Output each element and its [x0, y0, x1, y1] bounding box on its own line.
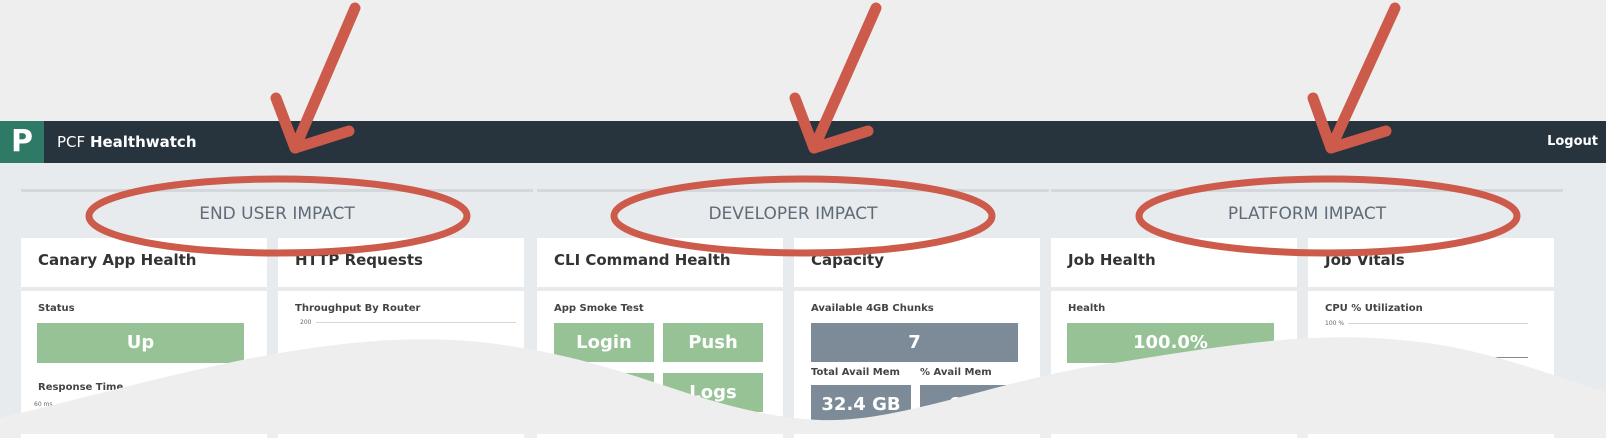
chunks-label: Available 4GB Chunks [811, 303, 934, 314]
panel-divider [1051, 382, 1297, 390]
capacity-panel[interactable]: Capacity Available 4GB Chunks 7 Total Av… [794, 238, 1040, 438]
gridline [1348, 323, 1528, 324]
brand-name: Healthwatch [89, 133, 197, 151]
dashboard: END USER IMPACT Canary App Health Status… [0, 163, 1606, 438]
panel-title: Canary App Health [38, 251, 197, 269]
axis-label-200: 200 [300, 319, 312, 326]
job-vitals-panel[interactable]: Job Vitals CPU % Utilization 100 % [1308, 238, 1554, 438]
app-title: PCF Healthwatch [57, 121, 197, 163]
panel-title: Job Vitals [1325, 251, 1405, 269]
panel-title: Job Health [1068, 251, 1156, 269]
cpu-series-line [1348, 357, 1528, 358]
health-tile[interactable]: 100.0% [1067, 323, 1274, 363]
brand-prefix: PCF [57, 133, 86, 151]
logs-tile[interactable]: Logs [663, 373, 763, 412]
status-tile[interactable]: Up [37, 323, 244, 363]
throughput-label: Throughput By Router [295, 303, 421, 314]
section-heading: PLATFORM IMPACT [1227, 204, 1387, 224]
gridline [61, 404, 251, 405]
total-mem-tile[interactable]: 32.4 GB [811, 385, 911, 424]
health-label: Health [1068, 303, 1106, 314]
panel-divider [278, 287, 524, 291]
panel-divider [794, 287, 1040, 291]
panel-title: HTTP Requests [295, 251, 423, 269]
pct-mem-tile[interactable]: 68% [920, 385, 1020, 424]
login-tile[interactable]: Login [554, 323, 654, 362]
panel-divider [537, 287, 783, 291]
http-requests-panel[interactable]: HTTP Requests Throughput By Router 200 1… [278, 238, 524, 438]
total-mem-label: Total Avail Mem [811, 367, 900, 378]
cpu-label: CPU % Utilization [1325, 303, 1423, 314]
top-navbar: P PCF Healthwatch Logout [0, 121, 1606, 163]
push-tile[interactable]: Push [663, 323, 763, 362]
pct-mem-label: % Avail Mem [920, 367, 992, 378]
job-health-panel[interactable]: Job Health Health 100.0% [1051, 238, 1297, 438]
panel-divider [1308, 287, 1554, 291]
section-divider [21, 189, 533, 192]
response-time-label: Response Time [38, 382, 124, 393]
panel-divider [1051, 287, 1297, 291]
pcf-logo[interactable]: P [0, 121, 44, 163]
smoke-test-label: App Smoke Test [554, 303, 644, 314]
cli-command-health-panel[interactable]: CLI Command Health App Smoke Test Login … [537, 238, 783, 438]
section-heading: END USER IMPACT [199, 204, 355, 224]
panel-divider [21, 287, 267, 291]
gridline [316, 356, 516, 357]
canary-app-health-panel[interactable]: Canary App Health Status Up Response Tim… [21, 238, 267, 438]
gridline [316, 322, 516, 323]
status-label: Status [38, 303, 75, 314]
chunks-tile[interactable]: 7 [811, 323, 1018, 362]
panel-title: CLI Command Health [554, 251, 731, 269]
status-tile[interactable] [554, 373, 654, 412]
panel-title: Capacity [811, 251, 884, 269]
axis-label-60ms: 60 ms [34, 401, 53, 408]
axis-label-100pct: 100 % [1325, 320, 1345, 327]
section-divider [1051, 189, 1563, 192]
section-heading: DEVELOPER IMPACT [708, 204, 878, 224]
axis-label-100: 100 [300, 353, 312, 360]
section-divider [537, 189, 1049, 192]
logout-link[interactable]: Logout [1547, 121, 1598, 163]
